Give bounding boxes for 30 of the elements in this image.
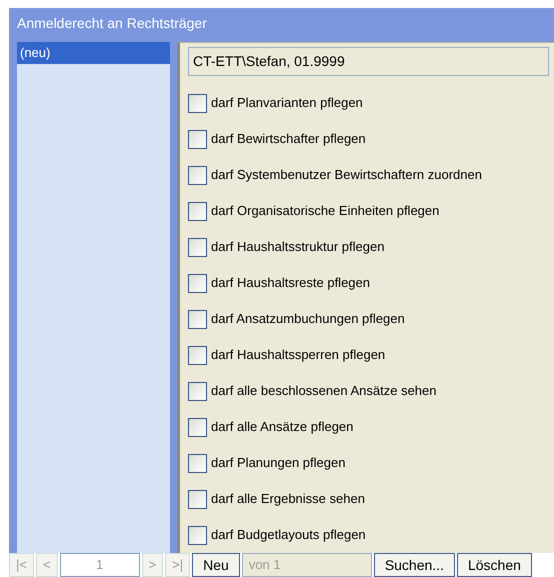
checkbox[interactable] [188,274,207,292]
checkbox[interactable] [188,310,207,328]
checkbox[interactable] [188,346,207,364]
checkbox-label: darf Budgetlayouts pflegen [211,526,366,544]
checkbox-label: darf Haushaltssperren pflegen [211,346,386,364]
user-field[interactable]: CT-ETT\Stefan, 01.9999 [188,47,549,76]
checkbox-label: darf Ansatzumbuchungen pflegen [211,310,405,328]
checkbox[interactable] [188,94,207,112]
list-item[interactable]: (neu) [17,42,170,64]
checkbox[interactable] [188,418,207,436]
checkbox-label: darf alle beschlossenen Ansätze sehen [211,382,436,400]
checkbox[interactable] [188,130,207,148]
record-count: von 1 [242,553,372,577]
checkbox[interactable] [188,202,207,220]
checkbox-label: darf alle Ansätze pflegen [211,418,354,436]
checkbox-label: darf Haushaltsstruktur pflegen [211,238,384,256]
checkbox-label: darf Planvarianten pflegen [211,94,363,112]
checkbox[interactable] [188,526,207,544]
checkbox[interactable] [188,382,207,400]
checkbox-label: darf Organisatorische Einheiten pflegen [211,202,440,220]
window-title: Anmelderecht an Rechtsträger [16,14,208,33]
checkbox[interactable] [188,490,207,508]
checkbox[interactable] [188,166,207,184]
checkbox-label: darf Bewirtschafter pflegen [211,130,366,148]
checkbox-label: darf Haushaltsreste pflegen [211,274,370,292]
checkbox[interactable] [188,238,207,256]
checkbox-label: darf Systembenutzer Bewirtschaftern zuordnen [211,166,482,184]
checkbox[interactable] [188,454,207,472]
checkbox-label: darf alle Ergebnisse sehen [211,490,365,508]
checkbox-label: darf Planungen pflegen [211,454,346,472]
